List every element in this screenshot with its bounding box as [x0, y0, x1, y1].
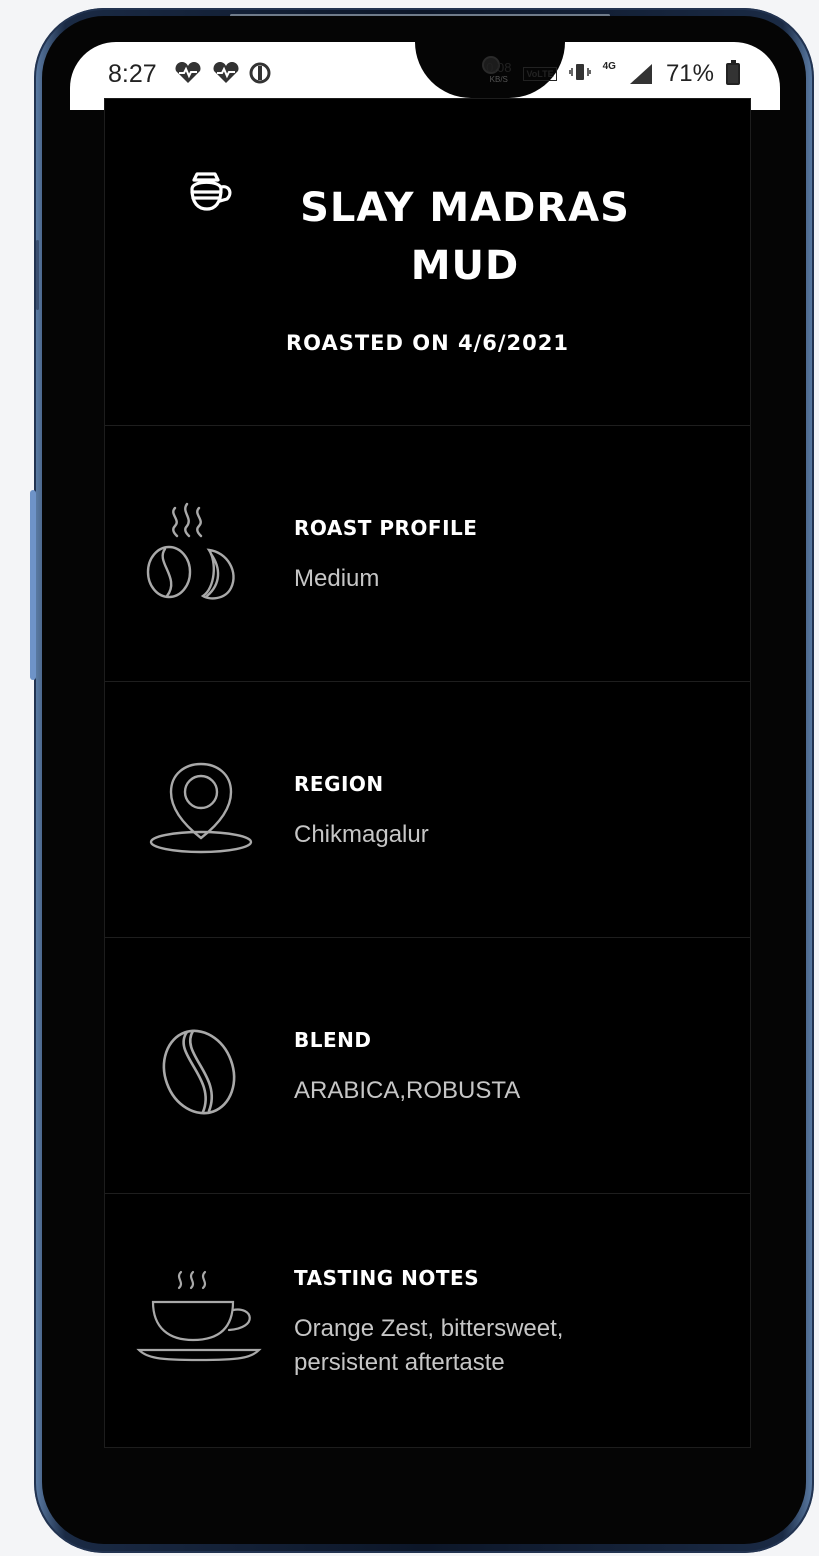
coffee-cup-icon: [135, 1260, 265, 1385]
tasting-notes-line1: Orange Zest, bittersweet,: [294, 1315, 564, 1342]
product-header: SLAY MADRAS MUD ROASTED ON 4/6/2021: [105, 99, 750, 426]
blend-label: BLEND: [294, 1028, 372, 1052]
battery-icon: [726, 60, 740, 85]
coffee-details-card: SLAY MADRAS MUD ROASTED ON 4/6/2021 ROAS…: [104, 98, 751, 1448]
volte-icon: VoLTE: [523, 67, 557, 81]
product-title: SLAY MADRAS MUD: [225, 179, 705, 295]
status-bar-right: 0.08 KB/S VoLTE 4G 71%: [486, 60, 740, 88]
blend-value: ARABICA,ROBUSTA: [294, 1077, 521, 1104]
detail-row-tasting-notes: TASTING NOTES Orange Zest, bittersweet, …: [105, 1194, 750, 1450]
status-time: 8:27: [108, 60, 157, 88]
tasting-notes-label: TASTING NOTES: [294, 1266, 480, 1290]
status-bar-left: 8:27: [108, 60, 271, 89]
network-speed-value: 0.08: [486, 60, 512, 75]
roast-profile-label: ROAST PROFILE: [294, 516, 478, 540]
side-button-volume: [30, 490, 36, 680]
network-type: 4G: [602, 60, 616, 72]
battery-percent: 71%: [665, 60, 714, 87]
health-heart-icon: [173, 61, 203, 88]
tasting-notes-line2: persistent aftertaste: [294, 1349, 505, 1376]
map-pin-icon: [135, 748, 255, 863]
detail-row-blend: BLEND ARABICA,ROBUSTA: [105, 938, 750, 1194]
roasting-beans-icon: [135, 492, 245, 617]
vibrate-icon: [568, 61, 591, 88]
data-saver-icon: [249, 62, 271, 88]
product-title-line2: MUD: [410, 243, 520, 289]
screenshot-stage: 8:27 0.08 KB/S VoLTE 4G 71% SLAY MADRAS …: [0, 0, 819, 1556]
signal-strength-icon: [628, 63, 654, 85]
coffee-bean-icon: [135, 1004, 255, 1129]
roasted-date: ROASTED ON 4/6/2021: [286, 331, 569, 355]
roast-profile-value: Medium: [294, 565, 380, 592]
product-title-line1: SLAY MADRAS: [300, 185, 630, 231]
detail-row-region: REGION Chikmagalur: [105, 682, 750, 938]
detail-row-roast-profile: ROAST PROFILE Medium: [105, 426, 750, 682]
region-value: Chikmagalur: [294, 821, 429, 848]
side-button-power: [36, 240, 39, 310]
region-label: REGION: [294, 772, 384, 796]
tasting-notes-value: Orange Zest, bittersweet, persistent aft…: [294, 1312, 714, 1380]
network-speed: 0.08 KB/S: [486, 60, 512, 86]
network-speed-unit: KB/S: [489, 75, 508, 84]
health-heart-icon: [211, 61, 241, 88]
